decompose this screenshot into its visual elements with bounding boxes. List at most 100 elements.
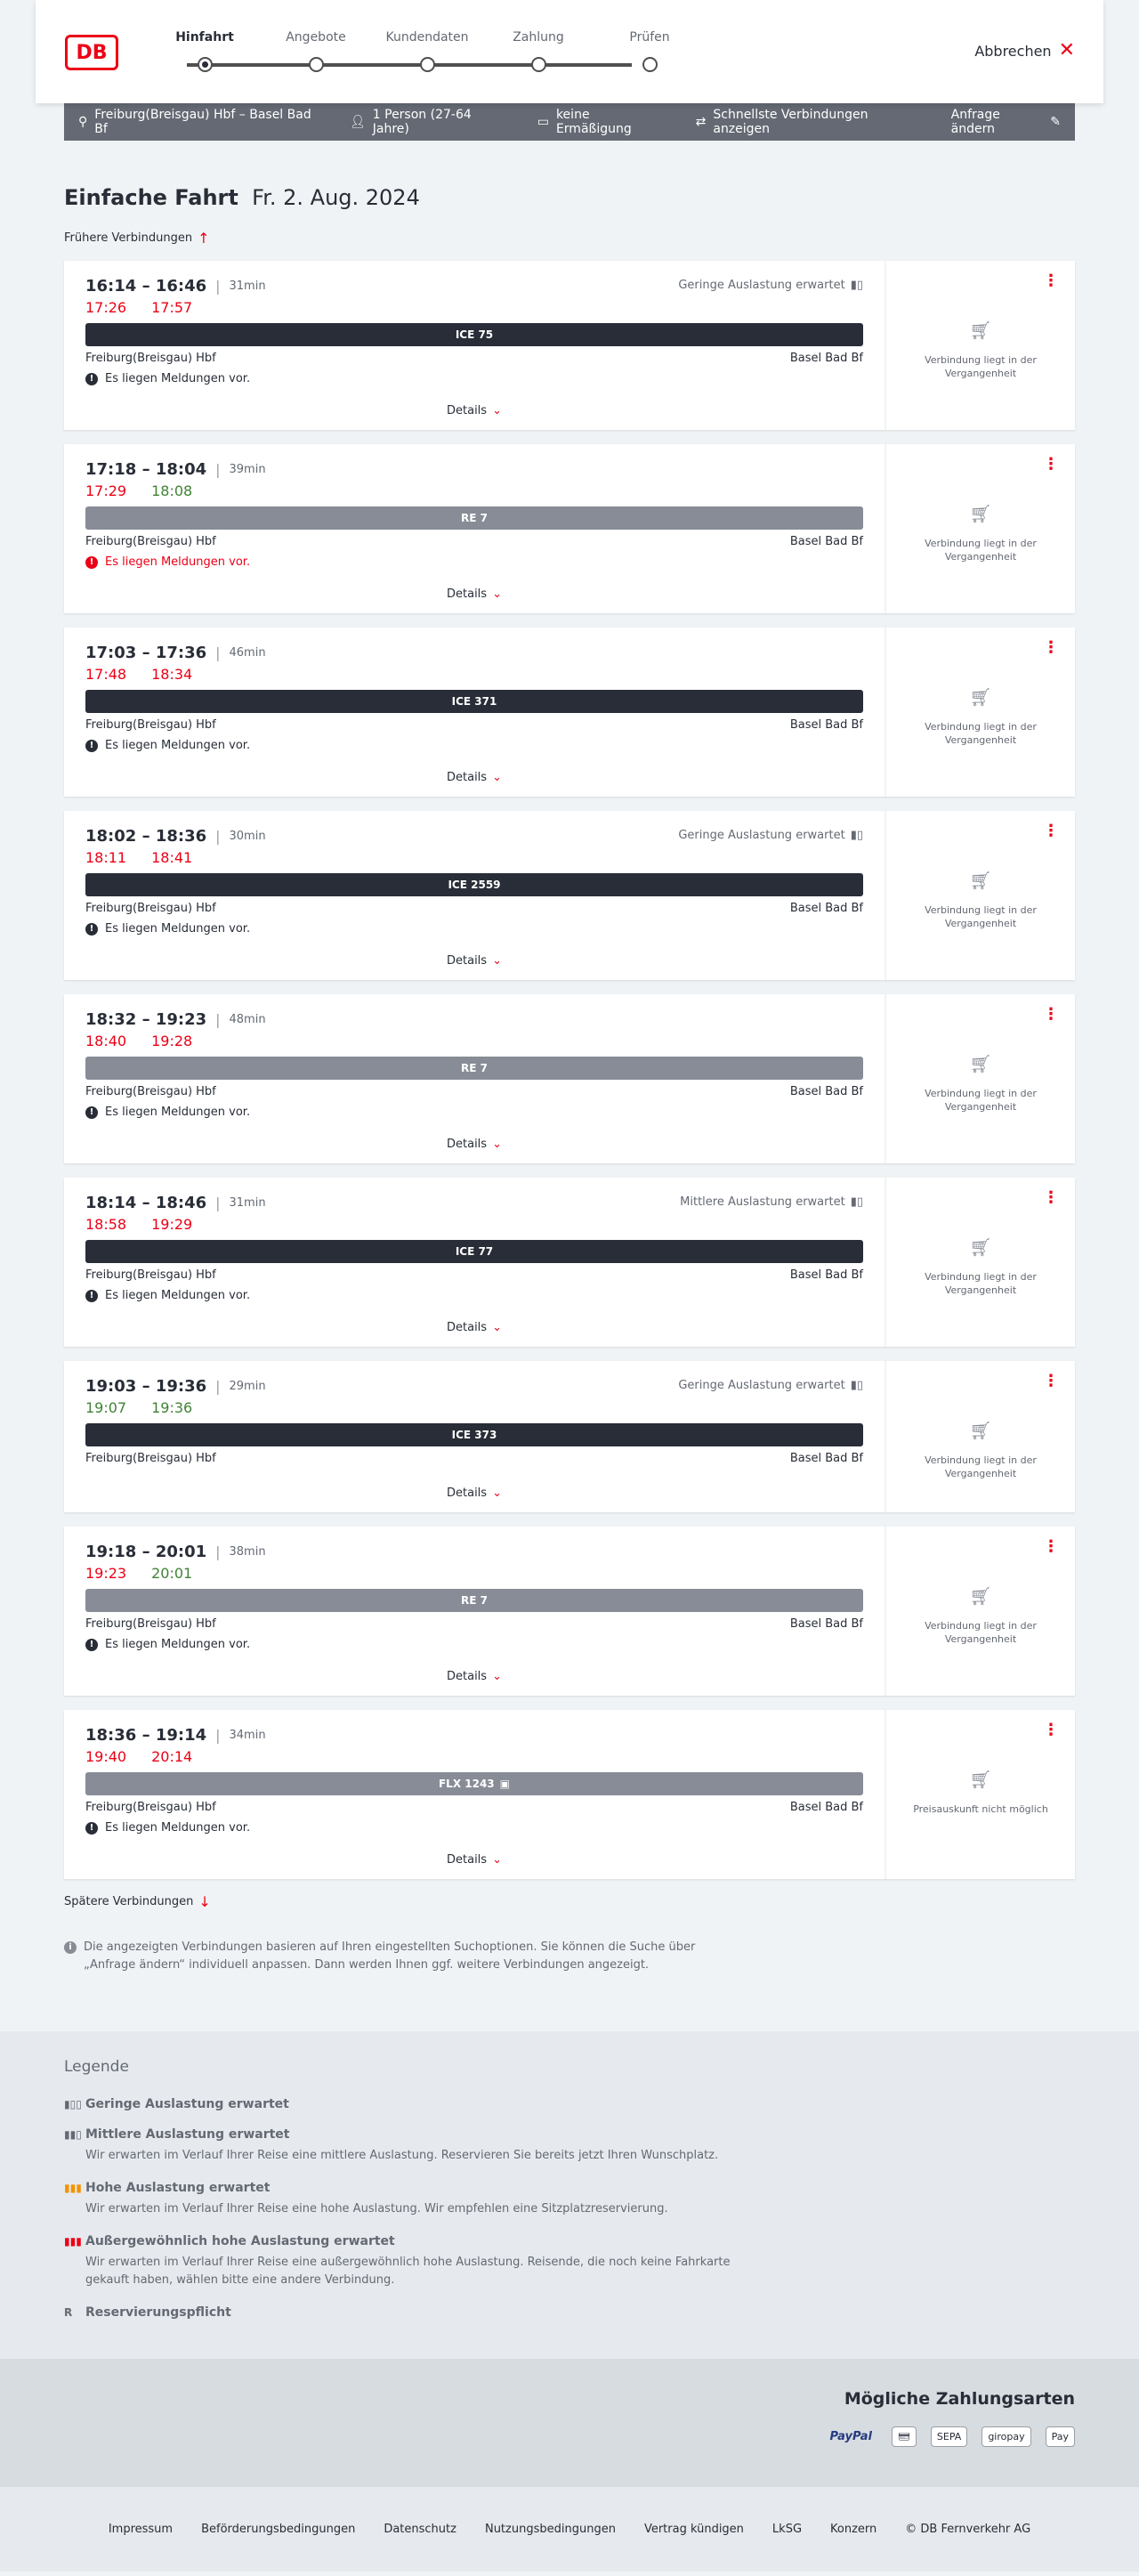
train-name: RE 7 [461, 1594, 488, 1607]
legend-title-text: Geringe Auslastung erwartet [85, 2097, 289, 2111]
alert-icon: ! [85, 1638, 98, 1651]
details-toggle[interactable]: Details ⌄ [85, 1670, 863, 1683]
train-name: ICE 75 [455, 328, 494, 341]
more-options-icon[interactable]: ⋮ [1043, 1373, 1059, 1389]
message-text: Es liegen Meldungen vor. [105, 1821, 251, 1835]
legend-description: Wir erwarten im Verlauf Ihrer Reise eine… [85, 2149, 719, 2162]
message-notice: ! Es liegen Meldungen vor. [85, 1638, 863, 1651]
footer-link[interactable]: Datenschutz [384, 2523, 456, 2536]
connection-card[interactable]: 19:03 – 19:36 | 29min Geringe Auslastung… [64, 1361, 1075, 1512]
legend-item: ▮▮▯ Mittlere Auslastung erwartet Wir erwar… [64, 2127, 1075, 2165]
message-text: Es liegen Meldungen vor. [105, 922, 251, 936]
alert-icon: ! [85, 372, 98, 385]
connection-card[interactable]: 18:32 – 19:23 | 48min 18:40 19:28 RE 7 F… [64, 994, 1075, 1163]
more-options-icon[interactable]: ⋮ [1043, 1722, 1059, 1738]
legend-title: Legende [64, 2058, 129, 2076]
earlier-connections-link[interactable]: Frühere Verbindungen ↑ [64, 230, 1075, 247]
occupancy-icon: ▮▮▮ [64, 2235, 82, 2248]
footer-link[interactable]: © DB Fernverkehr AG [905, 2523, 1030, 2536]
planned-times: 18:32 – 19:23 [85, 1010, 207, 1029]
details-toggle[interactable]: Details ⌄ [85, 1486, 863, 1500]
origin-station: Freiburg(Breisgau) Hbf [85, 1085, 216, 1098]
more-options-icon[interactable]: ⋮ [1043, 1007, 1059, 1023]
footer-link[interactable]: Beförderungsbedingungen [201, 2523, 355, 2536]
chevron-down-icon: ⌄ [492, 1853, 502, 1867]
connection-card[interactable]: 17:18 – 18:04 | 39min 17:29 18:08 RE 7 F… [64, 444, 1075, 613]
connection-card[interactable]: 17:03 – 17:36 | 46min 17:48 18:34 ICE 37… [64, 628, 1075, 797]
footer-link[interactable]: Nutzungsbedingungen [485, 2523, 616, 2536]
connection-card[interactable]: 18:36 – 19:14 | 34min 19:40 20:14 FLX 12… [64, 1710, 1075, 1879]
more-options-icon[interactable]: ⋮ [1043, 640, 1059, 656]
details-label: Details [447, 587, 488, 601]
connection-card[interactable]: 18:14 – 18:46 | 31min Mittlere Auslastun… [64, 1178, 1075, 1347]
train-name: RE 7 [461, 512, 488, 524]
occupancy-icon: R [64, 2306, 73, 2319]
cancel-button[interactable]: Abbrechen ✕ [974, 41, 1075, 61]
price-panel: ⋮ 🛒︎ Verbindung liegt in der Vergangenhe… [885, 994, 1075, 1163]
destination-station: Basel Bad Bf [789, 352, 863, 365]
footer-link[interactable]: Impressum [109, 2523, 173, 2536]
details-toggle[interactable]: Details ⌄ [85, 587, 863, 601]
destination-station: Basel Bad Bf [789, 1268, 863, 1282]
connection-card[interactable]: 16:14 – 16:46 | 31min Geringe Auslastung… [64, 261, 1075, 430]
more-options-icon[interactable]: ⋮ [1043, 457, 1059, 473]
connection-info: 18:02 – 18:36 | 30min Geringe Auslastung… [85, 827, 863, 936]
more-options-icon[interactable]: ⋮ [1043, 273, 1059, 289]
more-options-icon[interactable]: ⋮ [1043, 823, 1059, 839]
separator: | [215, 1011, 221, 1028]
footer-link[interactable]: Vertrag kündigen [644, 2523, 744, 2536]
realtime-arrival: 17:57 [151, 299, 193, 316]
chevron-down-icon: ⌄ [492, 404, 502, 417]
connection-card[interactable]: 18:02 – 18:36 | 30min Geringe Auslastung… [64, 811, 1075, 980]
realtime-arrival: 19:28 [151, 1033, 193, 1049]
legend-description: Wir erwarten im Verlauf Ihrer Reise eine… [85, 2202, 668, 2216]
details-toggle[interactable]: Details ⌄ [85, 771, 863, 784]
realtime-arrival: 19:29 [151, 1216, 193, 1233]
realtime-arrival: 20:01 [151, 1565, 193, 1582]
person-icon: 👤︎ [349, 115, 366, 129]
footer-link[interactable]: LkSG [772, 2523, 802, 2536]
discount-text: keine Ermäßigung [555, 108, 632, 136]
legend-title-text: Außergewöhnlich hohe Auslastung erwartet [85, 2234, 395, 2248]
occupancy-icon: ▮▯ [850, 829, 863, 842]
more-options-icon[interactable]: ⋮ [1043, 1539, 1059, 1555]
db-logo[interactable]: DB [65, 35, 118, 70]
footer-link[interactable]: Konzern [830, 2523, 876, 2536]
card-icon: ▭ [537, 115, 549, 129]
details-toggle[interactable]: Details ⌄ [85, 954, 863, 968]
passenger-text: 1 Person (27-64 Jahre) [372, 108, 472, 136]
alert-icon: ! [85, 555, 98, 569]
message-text: Es liegen Meldungen vor. [105, 372, 251, 385]
connection-card[interactable]: 19:18 – 20:01 | 38min 19:23 20:01 RE 7 F… [64, 1527, 1075, 1696]
later-label: Spätere Verbindungen [64, 1895, 194, 1908]
message-notice: ! Es liegen Meldungen vor. [85, 1106, 863, 1119]
discount-info: ▭ keine Ermäßigung [537, 108, 664, 136]
price-status: Verbindung liegt in der Vergangenheit [925, 721, 1037, 746]
cart-icon: 🛒︎ [969, 1236, 992, 1258]
stations: Freiburg(Breisgau) Hbf Basel Bad Bf [85, 352, 863, 365]
edit-request-button[interactable]: Anfrage ändern ✎ [951, 108, 1061, 136]
details-toggle[interactable]: Details ⌄ [85, 1853, 863, 1867]
train-name: ICE 371 [451, 695, 497, 708]
more-options-icon[interactable]: ⋮ [1043, 1190, 1059, 1206]
cart-icon: 🛒︎ [969, 320, 992, 341]
search-hint: i Die angezeigten Verbindungen basieren a… [64, 1939, 740, 1974]
realtime-departure: 17:26 [85, 299, 127, 316]
details-toggle[interactable]: Details ⌄ [85, 1138, 863, 1151]
details-toggle[interactable]: Details ⌄ [85, 1321, 863, 1334]
connection-times: 18:36 – 19:14 | 34min [85, 1726, 863, 1745]
alert-icon: ! [85, 1106, 98, 1119]
legend-item: ▮▮▮ Außergewöhnlich hohe Auslastung erwar… [64, 2234, 1075, 2289]
duration: 31min [229, 279, 266, 293]
step-hinfahrt[interactable]: Hinfahrt [160, 30, 249, 72]
train-name: RE 7 [461, 1062, 488, 1074]
planned-times: 16:14 – 16:46 [85, 277, 207, 296]
details-toggle[interactable]: Details ⌄ [85, 404, 863, 417]
connection-times: 19:18 – 20:01 | 38min [85, 1543, 863, 1561]
paypal-icon: PayPal [829, 2430, 872, 2443]
separator: | [215, 461, 221, 478]
later-connections-link[interactable]: Spätere Verbindungen ↓ [64, 1893, 1075, 1910]
message-text: Es liegen Meldungen vor. [105, 1289, 251, 1302]
price-status: Verbindung liegt in der Vergangenheit [925, 904, 1037, 929]
realtime-arrival: 18:41 [151, 849, 193, 866]
